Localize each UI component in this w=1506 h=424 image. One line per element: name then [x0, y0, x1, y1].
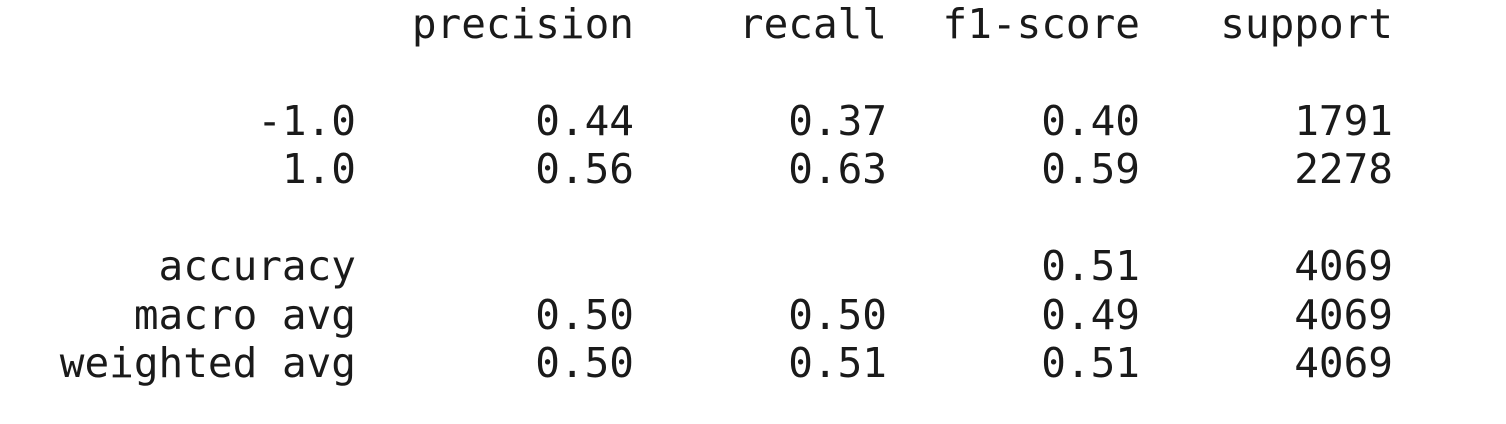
accuracy-support: 4069 — [1294, 242, 1393, 290]
recall-value: 0.37 — [788, 97, 887, 145]
macro-avg-recall: 0.50 — [788, 291, 887, 339]
class-label: 1.0 — [281, 145, 356, 193]
weighted-avg-label: weighted avg — [59, 339, 356, 387]
support-value: 2278 — [1294, 145, 1393, 193]
class-label: -1.0 — [257, 97, 356, 145]
weighted-avg-f1-score: 0.51 — [1041, 339, 1140, 387]
header-recall: recall — [738, 0, 887, 48]
recall-value: 0.63 — [788, 145, 887, 193]
macro-avg-label: macro avg — [133, 291, 356, 339]
macro-avg-support: 4069 — [1294, 291, 1393, 339]
precision-value: 0.44 — [535, 97, 634, 145]
macro-avg-f1-score: 0.49 — [1041, 291, 1140, 339]
header-precision: precision — [411, 0, 634, 48]
macro-avg-row: macro avg 0.50 0.50 0.49 4069 — [0, 291, 1506, 339]
class-row: 1.0 0.56 0.63 0.59 2278 — [0, 145, 1506, 193]
f1-score-value: 0.59 — [1041, 145, 1140, 193]
support-value: 1791 — [1294, 97, 1393, 145]
weighted-avg-precision: 0.50 — [535, 339, 634, 387]
class-row: -1.0 0.44 0.37 0.40 1791 — [0, 97, 1506, 145]
classification-report: precision recall f1-score support -1.0 0… — [0, 0, 1506, 424]
weighted-avg-row: weighted avg 0.50 0.51 0.51 4069 — [0, 339, 1506, 387]
weighted-avg-support: 4069 — [1294, 339, 1393, 387]
macro-avg-precision: 0.50 — [535, 291, 634, 339]
header-row: precision recall f1-score support — [0, 0, 1506, 48]
accuracy-row: accuracy 0.51 4069 — [0, 242, 1506, 290]
f1-score-value: 0.40 — [1041, 97, 1140, 145]
accuracy-label: accuracy — [158, 242, 356, 290]
precision-value: 0.56 — [535, 145, 634, 193]
header-support: support — [1220, 0, 1393, 48]
weighted-avg-recall: 0.51 — [788, 339, 887, 387]
accuracy-f1-score: 0.51 — [1041, 242, 1140, 290]
header-f1-score: f1-score — [942, 0, 1140, 48]
